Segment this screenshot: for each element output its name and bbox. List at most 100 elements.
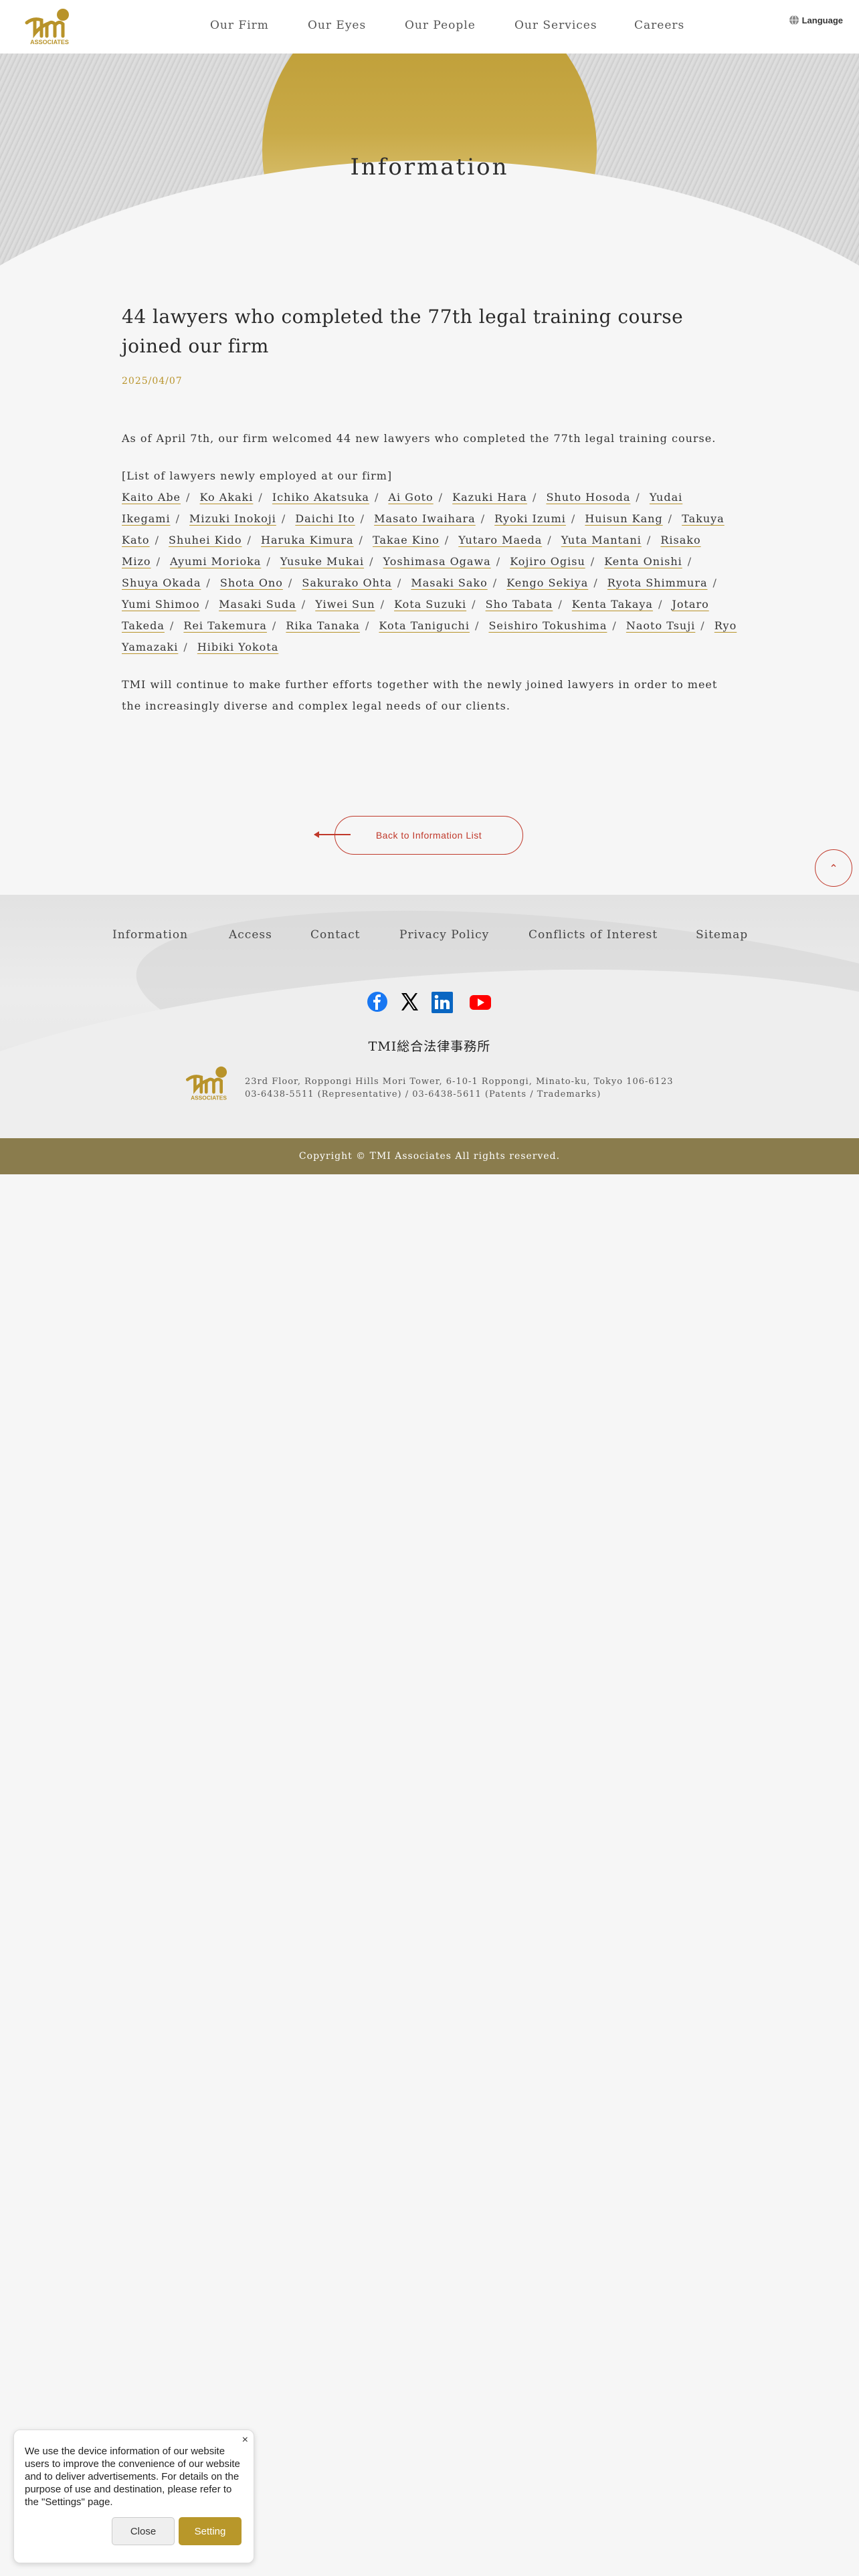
hero-banner: Information [0, 53, 859, 308]
lawyer-link[interactable]: Seishiro Tokushima [488, 619, 607, 632]
language-selector[interactable]: Language [789, 15, 843, 25]
lawyer-link[interactable]: Ichiko Akatsuka [272, 491, 369, 504]
footer-nav-sitemap[interactable]: Sitemap [696, 928, 748, 942]
nav-our-firm[interactable]: Our Firm [210, 19, 269, 32]
name-separator: / [590, 555, 595, 568]
article-date: 2025/04/07 [122, 376, 183, 387]
svg-text:ASSOCIATES: ASSOCIATES [191, 1094, 227, 1101]
cookie-setting-button[interactable]: Setting [179, 2517, 242, 2545]
lawyer-link[interactable]: Mizuki Inokoji [189, 512, 276, 525]
name-separator: / [258, 491, 263, 504]
name-separator: / [281, 512, 286, 525]
name-separator: / [365, 619, 370, 632]
name-separator: / [205, 598, 210, 611]
lawyer-link[interactable]: Huisun Kang [585, 512, 662, 525]
lawyer-link[interactable]: Yumi Shimoo [122, 598, 200, 611]
address-line: 23rd Floor, Roppongi Hills Mori Tower, 6… [245, 1077, 674, 1087]
lawyer-link[interactable]: Rei Takemura [183, 619, 267, 632]
lawyer-link[interactable]: Kenta Onishi [604, 555, 682, 568]
lawyer-link[interactable]: Ayumi Morioka [170, 555, 261, 568]
name-separator: / [301, 598, 306, 611]
facebook-icon[interactable] [367, 991, 388, 1015]
x-icon[interactable] [399, 991, 420, 1015]
lawyer-link[interactable]: Sakurako Ohta [302, 576, 392, 589]
footer-tmi-logo[interactable]: ASSOCIATES [185, 1065, 233, 1102]
name-separator: / [360, 512, 365, 525]
nav-our-eyes[interactable]: Our Eyes [308, 19, 366, 32]
name-separator: / [472, 598, 476, 611]
lawyer-link[interactable]: Shuya Okada [122, 576, 201, 589]
lawyer-names: Kaito Abe / Ko Akaki / Ichiko Akatsuka / Ai… [122, 487, 737, 658]
name-separator: / [593, 576, 598, 589]
name-separator: / [480, 512, 486, 525]
lawyer-link[interactable]: Shota Ono [220, 576, 283, 589]
article-title: 44 lawyers who completed the 77th legal … [122, 306, 684, 357]
lawyer-link[interactable]: Kenta Takaya [572, 598, 653, 611]
lawyer-link[interactable]: Shuhei Kido [169, 534, 242, 546]
lawyer-link[interactable]: Ryoki Izumi [494, 512, 566, 525]
language-label: Language [801, 15, 843, 25]
lawyer-link[interactable]: Kojiro Ogisu [510, 555, 585, 568]
lawyer-link[interactable]: Masaki Suda [219, 598, 296, 611]
lawyer-link[interactable]: Masato Iwaihara [374, 512, 476, 525]
nav-our-people[interactable]: Our People [405, 19, 476, 32]
lawyer-link[interactable]: Kota Taniguchi [379, 619, 470, 632]
footer-nav-contact[interactable]: Contact [310, 928, 361, 942]
name-separator: / [571, 512, 576, 525]
name-separator: / [397, 576, 402, 589]
youtube-icon[interactable] [468, 991, 492, 1015]
cookie-close-button[interactable]: Close [112, 2517, 175, 2545]
lawyer-link[interactable]: Kaito Abe [122, 491, 181, 504]
name-separator: / [712, 576, 717, 589]
cookie-text: We use the device information of our web… [25, 2446, 240, 2508]
name-separator: / [359, 534, 363, 546]
footer-nav-access[interactable]: Access [229, 928, 272, 942]
name-separator: / [183, 641, 188, 653]
name-separator: / [155, 534, 159, 546]
lawyer-link[interactable]: Naoto Tsuji [626, 619, 695, 632]
globe-icon [789, 15, 799, 25]
name-separator: / [658, 598, 663, 611]
lawyer-link[interactable]: Yoshimasa Ogawa [383, 555, 491, 568]
lawyer-link[interactable]: Hibiki Yokota [197, 641, 278, 653]
chevron-up-icon: ⌃ [829, 861, 838, 875]
name-separator: / [668, 512, 673, 525]
name-separator: / [206, 576, 211, 589]
footer-nav-privacy[interactable]: Privacy Policy [399, 928, 489, 942]
lawyer-link[interactable]: Rika Tanaka [286, 619, 360, 632]
lawyer-link[interactable]: Yiwei Sun [315, 598, 375, 611]
lawyer-link[interactable]: Haruka Kimura [261, 534, 354, 546]
nav-our-services[interactable]: Our Services [514, 19, 597, 32]
name-separator: / [492, 576, 498, 589]
footer-nav-information[interactable]: Information [112, 928, 188, 942]
page-top-button[interactable]: ⌃ [815, 849, 852, 887]
name-separator: / [186, 491, 191, 504]
name-separator: / [175, 512, 180, 525]
lawyer-link[interactable]: Yutaro Maeda [458, 534, 542, 546]
lawyer-link[interactable]: Daichi Ito [295, 512, 355, 525]
lawyer-link[interactable]: Kazuki Hara [452, 491, 527, 504]
lawyer-link[interactable]: Takae Kino [373, 534, 440, 546]
lawyer-link[interactable]: Yuta Mantani [561, 534, 642, 546]
name-separator: / [496, 555, 501, 568]
social-links [0, 991, 859, 1015]
close-icon[interactable]: × [242, 2434, 248, 2446]
nav-careers[interactable]: Careers [634, 19, 684, 32]
phone-line: 03-6438-5511 (Representative) / 03-6438-… [245, 1089, 601, 1099]
lawyer-link[interactable]: Ai Goto [388, 491, 433, 504]
lawyer-link[interactable]: Ryota Shimmura [607, 576, 708, 589]
footer-nav-conflicts[interactable]: Conflicts of Interest [529, 928, 658, 942]
main-nav: Our Firm Our Eyes Our People Our Service… [0, 0, 859, 53]
linkedin-icon[interactable] [431, 991, 454, 1016]
lawyer-link[interactable]: Shuto Hosoda [546, 491, 630, 504]
firm-name-jp: TMI総合法律事務所 [368, 1039, 491, 1054]
back-to-list-button[interactable]: Back to Information List [335, 816, 523, 855]
lawyer-list: [List of lawyers newly employed at our f… [122, 465, 737, 658]
lawyer-link[interactable]: Kota Suzuki [394, 598, 466, 611]
name-separator: / [380, 598, 385, 611]
lawyer-link[interactable]: Kengo Sekiya [506, 576, 588, 589]
lawyer-link[interactable]: Sho Tabata [486, 598, 553, 611]
lawyer-link[interactable]: Ko Akaki [200, 491, 254, 504]
lawyer-link[interactable]: Masaki Sako [411, 576, 487, 589]
lawyer-link[interactable]: Yusuke Mukai [280, 555, 364, 568]
